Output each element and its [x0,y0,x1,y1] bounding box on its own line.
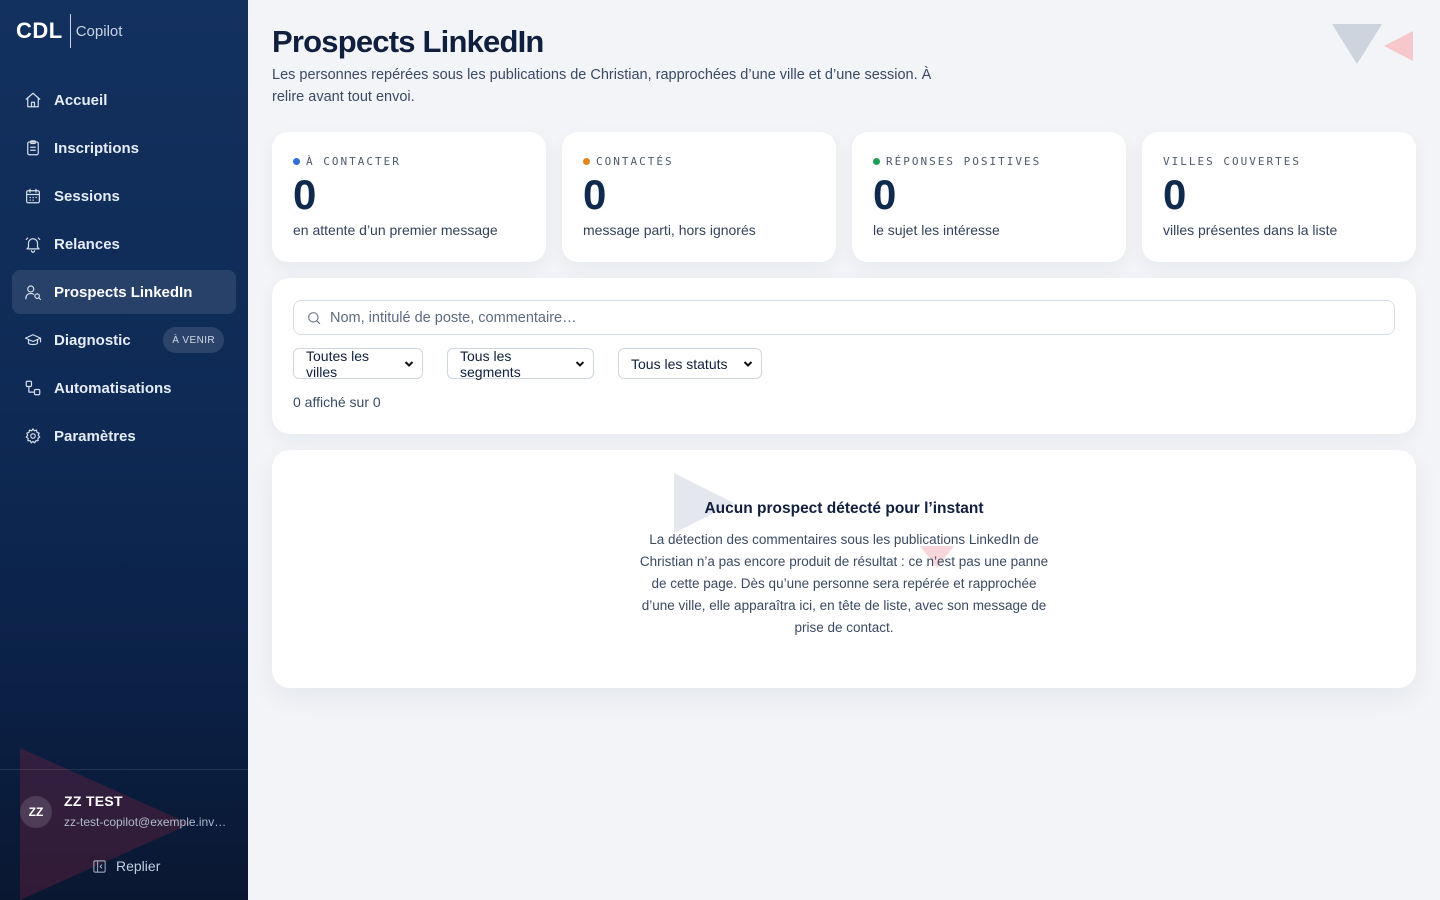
stat-label: Contactés [596,154,674,168]
sidebar-item-prospects-linkedin[interactable]: Prospects LinkedIn [12,270,236,314]
sidebar-item-label: Diagnostic [54,331,131,349]
stat-description: en attente d’un premier message [293,222,498,238]
sidebar-collapse-icon [93,859,106,873]
sidebar-item-label: Prospects LinkedIn [54,283,193,301]
status-dot [873,157,880,165]
select-value: Tous les statuts [631,355,728,372]
home-icon [24,91,42,109]
results-count: 0 affiché sur 0 [293,394,381,410]
stats-row: À contacter 0 en attente d’un premier me… [272,132,1416,262]
sidebar-item-accueil[interactable]: Accueil [12,78,236,122]
sidebar-item-inscriptions[interactable]: Inscriptions [12,126,236,170]
graduation-cap-icon [24,331,42,349]
search-box[interactable] [293,300,1395,335]
decorative-triangle [1332,24,1382,64]
search-icon [308,311,321,324]
stat-label: Réponses positives [886,154,1042,168]
logo-product: Copilot [75,22,123,40]
stat-card-contacted: Contactés 0 message parti, hors ignorés [562,132,836,262]
segment-filter-select[interactable]: Tous les segments [447,347,594,380]
clipboard-icon [24,139,42,157]
stat-description: villes présentes dans la liste [1163,222,1338,238]
page-subtitle: Les personnes repérées sous les publicat… [272,67,932,105]
sidebar-item-label: Accueil [54,91,108,109]
stat-value: 0 [1163,171,1187,218]
sidebar-item-label: Paramètres [54,427,136,445]
sidebar-item-label: Automatisations [54,379,172,397]
select-value: Toutes les villes [306,347,370,380]
page-title: Prospects LinkedIn [272,24,544,59]
gear-icon [24,427,42,445]
sidebar-item-label: Relances [54,235,120,253]
stat-card-positive-replies: Réponses positives 0 le sujet les intére… [852,132,1126,262]
collapse-sidebar-button[interactable]: Replier [92,858,160,874]
stat-value: 0 [583,171,607,218]
empty-state-title: Aucun prospect détecté pour l’instant [704,500,984,517]
user-search-icon [24,283,42,301]
empty-state: Aucun prospect détecté pour l’instant La… [272,450,1416,688]
bell-icon [24,235,42,253]
stat-value: 0 [873,171,897,218]
stat-card-cities: Villes couvertes 0 villes présentes dans… [1142,132,1416,262]
sidebar-item-relances[interactable]: Relances [12,222,236,266]
status-dot [293,157,300,165]
decorative-triangle [1384,31,1413,61]
sidebar-item-sessions[interactable]: Sessions [12,174,236,218]
empty-state-text: La détection des commentaires sous les p… [639,532,1049,635]
logo-divider [69,14,71,48]
app-logo[interactable]: CDL Copilot [16,14,122,48]
stat-label: Villes couvertes [1163,154,1301,168]
search-input[interactable] [330,309,1330,326]
sidebar-item-parametres[interactable]: Paramètres [12,414,236,458]
select-value: Tous les segments [460,347,521,380]
sidebar-item-label: Inscriptions [54,139,140,157]
workflow-icon [24,379,42,397]
calendar-icon [24,187,42,205]
collapse-label: Replier [116,858,161,874]
sidebar-nav: Accueil Inscriptions Sessions Relances P… [12,78,236,462]
stat-description: le sujet les intéresse [873,222,1000,238]
status-dot [583,157,590,165]
chevron-down-icon [743,360,753,367]
logo-brand: CDL [16,18,63,43]
chevron-down-icon [404,360,414,367]
sidebar-item-label: Sessions [54,187,120,205]
chevron-down-icon [575,360,585,367]
filter-panel: Toutes les villes Tous les segments Tous… [272,278,1416,434]
sidebar-item-automatisations[interactable]: Automatisations [12,366,236,410]
stat-value: 0 [293,171,317,218]
divider [0,769,248,770]
city-filter-select[interactable]: Toutes les villes [293,347,423,380]
stat-label: À contacter [306,154,401,168]
stat-description: message parti, hors ignorés [583,222,756,238]
user-email: zz-test-copilot@exemple.invalid [64,815,228,829]
sidebar-item-diagnostic[interactable]: Diagnostic À VENIR [12,318,236,362]
coming-soon-badge: À VENIR [163,327,224,353]
user-name: ZZ TEST [64,793,123,809]
status-filter-select[interactable]: Tous les statuts [618,348,762,379]
stat-card-to-contact: À contacter 0 en attente d’un premier me… [272,132,546,262]
sidebar: CDL Copilot Accueil Inscriptions Session… [0,0,248,900]
avatar[interactable]: ZZ [20,796,52,828]
